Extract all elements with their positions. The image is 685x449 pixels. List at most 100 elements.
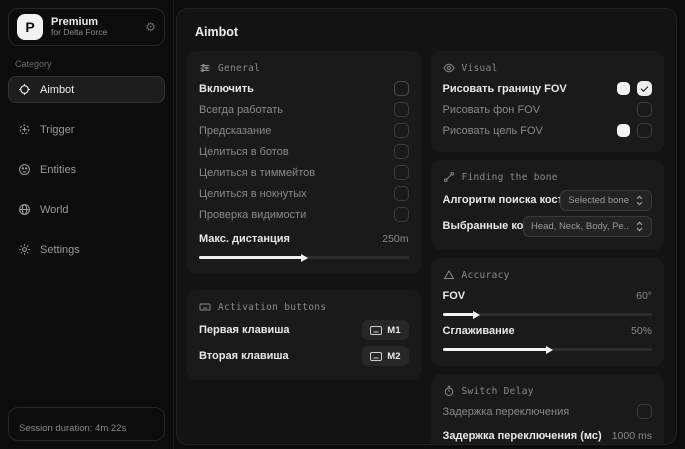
slider-thumb[interactable] bbox=[546, 346, 553, 354]
timer-icon bbox=[443, 385, 455, 397]
section-title: General bbox=[218, 63, 260, 74]
brand-text: Premium for Delta Force bbox=[51, 16, 137, 38]
toggle-label: Целиться в ботов bbox=[199, 146, 289, 158]
session-duration-card: Session duration: 4m 22s bbox=[8, 407, 165, 441]
checkbox[interactable] bbox=[394, 207, 409, 222]
sidebar-item-world[interactable]: World bbox=[8, 196, 165, 223]
dropdown-label: Алгоритм поиска костей bbox=[443, 194, 561, 206]
dropdown-value: Head, Neck, Body, Pe.. bbox=[531, 221, 629, 232]
slider-header: Задержка переключения (мс) 1000 ms bbox=[443, 425, 653, 445]
visual-label: Рисовать границу FOV bbox=[443, 83, 567, 95]
sidebar-item-settings[interactable]: Settings bbox=[8, 236, 165, 263]
max-distance-slider[interactable] bbox=[199, 256, 409, 259]
toggle-row: Включить bbox=[199, 78, 409, 99]
chevron-updown-icon bbox=[635, 195, 644, 206]
bones-card: Finding the bone Алгоритм поиска костей … bbox=[431, 160, 665, 250]
toggle-label: Предсказание bbox=[199, 125, 271, 137]
slider-label: Сглаживание bbox=[443, 325, 515, 337]
checkbox[interactable] bbox=[394, 165, 409, 180]
max-distance-control: Макс. дистанция 250m bbox=[199, 228, 409, 259]
toggle-row: Предсказание bbox=[199, 120, 409, 141]
toggle-label: Целиться в нокнутых bbox=[199, 188, 307, 200]
color-swatch[interactable] bbox=[617, 82, 630, 95]
switch-delay-card-header: Switch Delay bbox=[443, 385, 653, 397]
section-title: Switch Delay bbox=[462, 386, 534, 397]
color-swatch[interactable] bbox=[617, 124, 630, 137]
section-title: Activation buttons bbox=[218, 302, 326, 313]
slider-header: Макс. дистанция 250m bbox=[199, 228, 409, 249]
sidebar-item-label: World bbox=[40, 204, 69, 216]
checkbox[interactable] bbox=[637, 102, 652, 117]
smoothing-control: Сглаживание 50% bbox=[443, 320, 653, 351]
sidebar-item-label: Trigger bbox=[40, 124, 74, 136]
accuracy-card-header: Accuracy bbox=[443, 269, 653, 281]
toggle-row: Проверка видимости bbox=[199, 204, 409, 225]
category-label: Category bbox=[15, 59, 165, 69]
entity-face-icon bbox=[18, 163, 31, 176]
sidebar-item-aimbot[interactable]: Aimbot bbox=[8, 76, 165, 103]
gear-icon[interactable]: ⚙ bbox=[145, 20, 156, 34]
toggle-row: Задержка переключения bbox=[443, 401, 653, 422]
page-title: Aimbot bbox=[195, 25, 664, 39]
dropdown-row: Выбранные кости Head, Neck, Body, Pe.. bbox=[443, 213, 653, 239]
sidebar-item-trigger[interactable]: Trigger bbox=[8, 116, 165, 143]
brand-logo: P bbox=[17, 14, 43, 40]
section-title: Visual bbox=[462, 63, 498, 74]
toggle-row: Целиться в тиммейтов bbox=[199, 162, 409, 183]
bone-icon bbox=[443, 171, 455, 183]
slider-value: 1000 ms bbox=[612, 430, 652, 442]
toggle-label: Включить bbox=[199, 83, 254, 95]
sidebar: P Premium for Delta Force ⚙ Category Aim… bbox=[0, 0, 174, 449]
slider-thumb[interactable] bbox=[473, 311, 480, 319]
slider-thumb[interactable] bbox=[301, 254, 308, 262]
toggle-label: Всегда работать bbox=[199, 104, 283, 116]
checkbox[interactable] bbox=[394, 123, 409, 138]
color-swatch[interactable] bbox=[617, 103, 630, 116]
slider-header: FOV 60° bbox=[443, 285, 653, 306]
checkbox[interactable] bbox=[637, 81, 652, 96]
smoothing-slider[interactable] bbox=[443, 348, 653, 351]
fov-control: FOV 60° bbox=[443, 285, 653, 316]
checkbox[interactable] bbox=[394, 102, 409, 117]
fov-slider[interactable] bbox=[443, 313, 653, 316]
bones-card-header: Finding the bone bbox=[443, 171, 653, 183]
keyboard-icon bbox=[370, 326, 382, 335]
triangle-icon bbox=[443, 269, 455, 281]
keybind-label: Вторая клавиша bbox=[199, 350, 289, 362]
chevron-updown-icon bbox=[635, 221, 644, 232]
slider-header: Сглаживание 50% bbox=[443, 320, 653, 341]
sidebar-item-label: Aimbot bbox=[40, 84, 74, 96]
checkbox[interactable] bbox=[637, 404, 652, 419]
slider-value: 60° bbox=[636, 290, 652, 302]
keybind-button-m2[interactable]: M2 bbox=[362, 346, 408, 366]
sidebar-item-entities[interactable]: Entities bbox=[8, 156, 165, 183]
slider-value: 250m bbox=[382, 233, 408, 245]
keyboard-icon bbox=[370, 352, 382, 361]
visual-card-header: Visual bbox=[443, 62, 653, 74]
brand-subtitle: for Delta Force bbox=[51, 28, 137, 38]
eye-icon bbox=[443, 62, 455, 74]
toggle-label: Целиться в тиммейтов bbox=[199, 167, 315, 179]
selected-bones-dropdown[interactable]: Head, Neck, Body, Pe.. bbox=[523, 216, 652, 237]
slider-value: 50% bbox=[631, 325, 652, 337]
target-plus-icon bbox=[18, 123, 31, 136]
activation-card-header: Activation buttons bbox=[199, 301, 409, 313]
checkbox[interactable] bbox=[394, 186, 409, 201]
toggle-row: Целиться в ботов bbox=[199, 141, 409, 162]
checkbox[interactable] bbox=[394, 81, 409, 96]
keybind-label: Первая клавиша bbox=[199, 324, 290, 336]
visual-row: Рисовать границу FOV bbox=[443, 78, 653, 99]
keybind-row: Вторая клавиша M2 bbox=[199, 343, 409, 369]
visual-row: Рисовать фон FOV bbox=[443, 99, 653, 120]
activation-card: Activation buttons Первая клавиша M1 Вто… bbox=[187, 290, 421, 380]
toggle-row: Целиться в нокнутых bbox=[199, 183, 409, 204]
crosshair-icon bbox=[18, 83, 31, 96]
checkbox[interactable] bbox=[637, 123, 652, 138]
checkbox[interactable] bbox=[394, 144, 409, 159]
keybind-button-m1[interactable]: M1 bbox=[362, 320, 408, 340]
visual-card: Visual Рисовать границу FOV Рисовать фон… bbox=[431, 51, 665, 152]
toggle-row: Всегда работать bbox=[199, 99, 409, 120]
switch-delay-card: Switch Delay Задержка переключения Задер… bbox=[431, 374, 665, 445]
bone-algorithm-dropdown[interactable]: Selected bone bbox=[560, 190, 652, 211]
gear-icon bbox=[18, 243, 31, 256]
